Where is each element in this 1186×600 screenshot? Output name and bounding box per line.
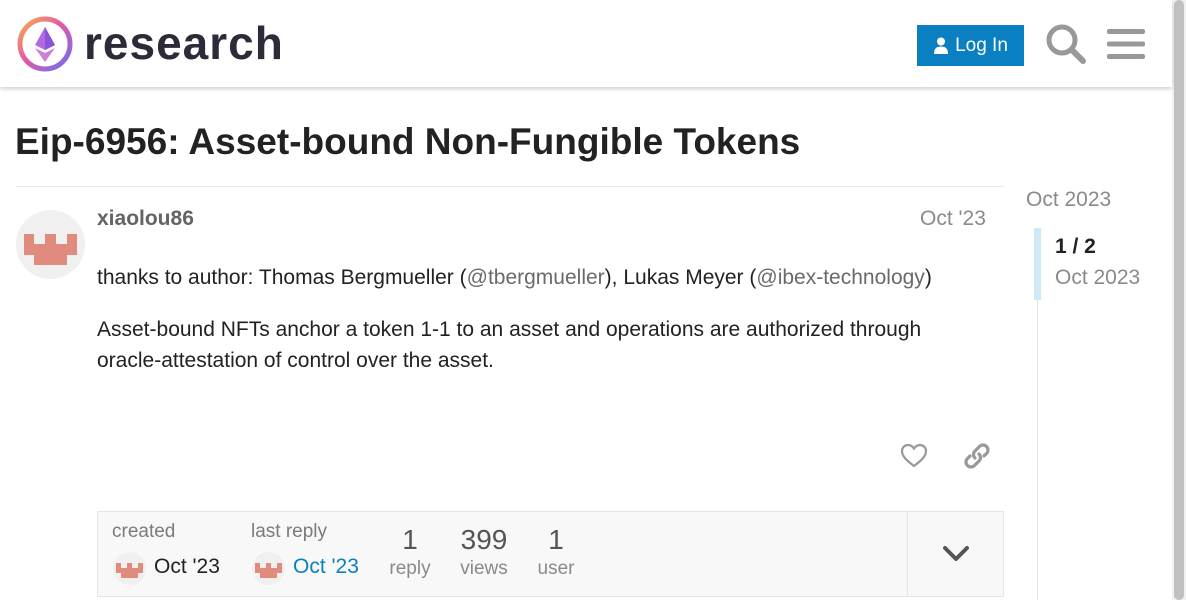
chevron-down-icon[interactable] [940, 538, 972, 570]
user-icon [934, 37, 949, 54]
title-divider [16, 186, 1004, 187]
mention-link[interactable]: @tbergmueller [467, 266, 605, 289]
timeline-start-date[interactable]: Oct 2023 [1026, 188, 1111, 212]
link-icon[interactable] [963, 441, 991, 471]
scrollbar-thumb[interactable] [1174, 0, 1184, 600]
last-reply-label: last reply [251, 521, 328, 542]
heart-icon[interactable] [900, 442, 928, 470]
logo-icon[interactable] [16, 15, 74, 73]
site-header: research Log In [0, 0, 1172, 87]
text: ), Lukas Meyer ( [604, 266, 757, 289]
replies-count: 1 [402, 524, 418, 555]
mention-link[interactable]: @ibex-technology [756, 266, 924, 289]
post-paragraph: thanks to author: Thomas Bergmueller (@t… [97, 262, 997, 293]
post-paragraph: Asset-bound NFTs anchor a token 1-1 to a… [97, 318, 922, 372]
timeline-date: Oct 2023 [1055, 266, 1141, 289]
created-date[interactable]: Oct '23 [154, 555, 220, 579]
menu-icon[interactable] [1107, 26, 1145, 62]
last-reply-date[interactable]: Oct '23 [293, 555, 359, 579]
avatar[interactable] [16, 210, 85, 279]
post-author[interactable]: xiaolou86 [97, 207, 194, 231]
login-button[interactable]: Log In [917, 25, 1024, 66]
timeline-handle[interactable] [1034, 228, 1041, 300]
topic-map-divider [907, 511, 908, 597]
post-date[interactable]: Oct '23 [920, 207, 986, 231]
avatar[interactable] [113, 552, 146, 585]
users-label: user [537, 558, 575, 579]
search-icon[interactable] [1045, 23, 1087, 65]
text: ) [924, 266, 932, 289]
views-label: views [460, 558, 508, 579]
avatar[interactable] [252, 552, 285, 585]
timeline-position: 1 / 2 [1055, 235, 1096, 258]
login-label: Log In [955, 34, 1008, 56]
replies-label: reply [389, 558, 431, 579]
text: thanks to author: Thomas Bergmueller ( [97, 266, 467, 289]
users-count: 1 [548, 524, 564, 555]
views-count: 399 [460, 524, 508, 555]
site-name[interactable]: research [84, 14, 284, 72]
created-label: created [112, 521, 176, 542]
topic-title[interactable]: Eip-6956: Asset-bound Non-Fungible Token… [15, 120, 800, 164]
